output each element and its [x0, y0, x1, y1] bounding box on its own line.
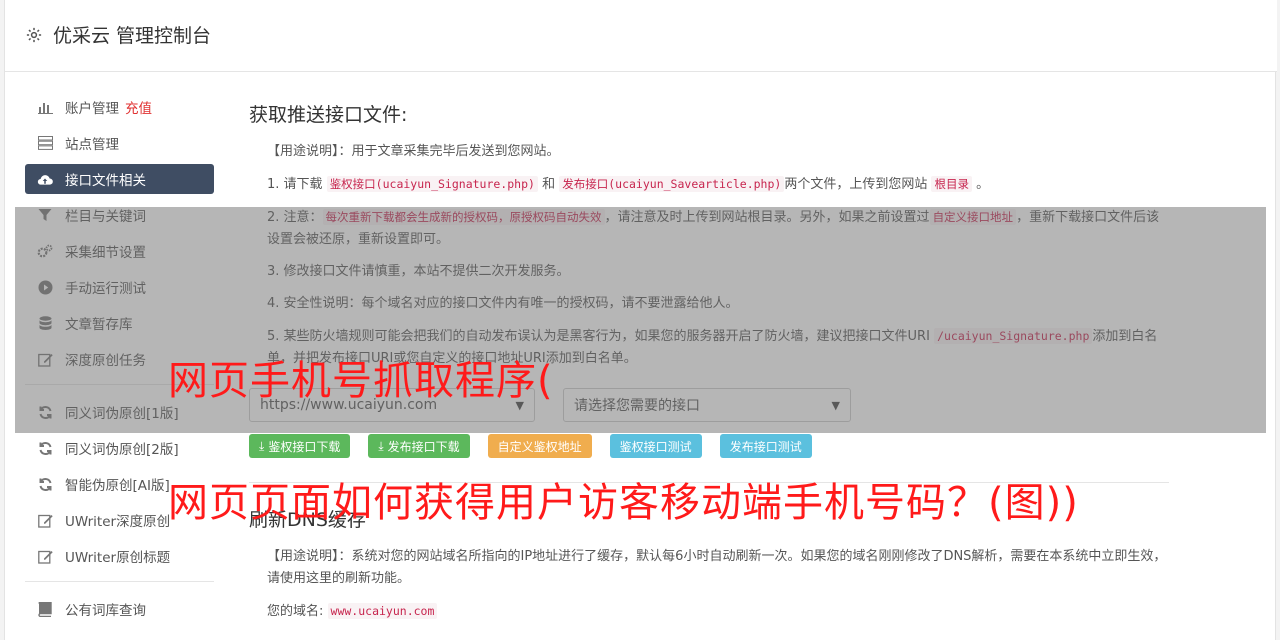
watermark-line-1: 网页手机号抓取程序(	[168, 358, 554, 404]
step-text: 和	[542, 177, 556, 192]
sidebar-item-synonym-v2[interactable]: 同义词伪原创[2版]	[25, 433, 214, 463]
brand[interactable]: 优采云 管理控制台	[25, 21, 211, 48]
sidebar-item-label: 接口文件相关	[65, 173, 146, 189]
button-label: 自定义鉴权地址	[497, 439, 582, 454]
root-dir-code: 根目录	[931, 176, 972, 192]
sidebar-item-public-lexicon[interactable]: 公有词库查询	[25, 594, 214, 624]
step-1: 1. 请下载 鉴权接口(ucaiyun_Signature.php) 和 发布接…	[267, 173, 1169, 196]
cloud-upload-icon	[37, 171, 53, 187]
domain-row: 您的域名: www.ucaiyun.com	[267, 600, 1169, 623]
step-text: 。	[976, 177, 990, 192]
refresh-icon	[37, 440, 53, 456]
custom-auth-button[interactable]: 自定义鉴权地址	[487, 434, 592, 458]
sidebar-item-label: 同义词伪原创[2版]	[65, 442, 179, 458]
sidebar-item-label: 智能伪原创[AI版]	[65, 478, 170, 494]
sidebar-item-label: 站点管理	[65, 137, 119, 153]
sidebar-item-label: UWriter原创标题	[65, 550, 171, 566]
watermark-line-2: 网页页面如何获得用户访客移动端手机号码？(图))	[168, 480, 1079, 526]
bar-chart-icon	[37, 99, 53, 115]
step-text: 两个文件，上传到您网站	[784, 177, 928, 192]
download-auth-button[interactable]: ⤓ 鉴权接口下载	[249, 434, 351, 458]
sidebar-divider	[25, 581, 214, 582]
server-icon	[37, 135, 53, 151]
edit-icon	[37, 512, 53, 528]
step-text: 1. 请下载	[267, 177, 323, 192]
app-title: 优采云 管理控制台	[53, 25, 212, 47]
sidebar-item-account[interactable]: 账户管理 充值	[25, 92, 214, 122]
publish-file-code: 发布接口(ucaiyun_Savearticle.php)	[559, 176, 785, 192]
domain-label: 您的域名:	[267, 604, 324, 619]
download-icon: ⤓	[378, 438, 384, 453]
test-auth-button[interactable]: 鉴权接口测试	[609, 434, 702, 458]
action-buttons: ⤓ 鉴权接口下载 ⤓ 发布接口下载 自定义鉴权地址 鉴权接口测试 发布接口测试	[249, 434, 1169, 458]
recharge-link[interactable]: 充值	[125, 97, 152, 117]
book-icon	[37, 601, 53, 617]
domain-value: www.ucaiyun.com	[327, 603, 438, 619]
sidebar-item-label: 账户管理	[65, 101, 119, 117]
button-label: 鉴权接口测试	[619, 439, 692, 454]
refresh-icon	[37, 476, 53, 492]
top-bar: 优采云 管理控制台	[5, 0, 1277, 72]
button-label: 发布接口下载	[387, 439, 460, 454]
button-label: 发布接口测试	[729, 439, 802, 454]
section-title-interface: 获取推送接口文件:	[249, 104, 408, 126]
auth-file-code: 鉴权接口(ucaiyun_Signature.php)	[326, 176, 538, 192]
sidebar-item-sites[interactable]: 站点管理	[25, 128, 214, 158]
download-publish-button[interactable]: ⤓ 发布接口下载	[368, 434, 470, 458]
sidebar-item-label: UWriter深度原创	[65, 514, 171, 530]
gear-icon	[26, 27, 42, 42]
usage-note: 【用途说明】：用于文章采集完毕后发送到您网站。	[267, 144, 560, 159]
dns-usage-note: 【用途说明】：系统对您的网站域名所指向的IP地址进行了缓存，默认每6小时自动刷新…	[267, 549, 1167, 586]
sidebar-item-interface-files[interactable]: 接口文件相关	[25, 164, 214, 194]
download-icon: ⤓	[259, 438, 265, 453]
sidebar-item-uwriter-title[interactable]: UWriter原创标题	[25, 541, 214, 571]
test-publish-button[interactable]: 发布接口测试	[719, 434, 812, 458]
sidebar-item-label: 公有词库查询	[65, 603, 146, 619]
edit-icon	[37, 548, 53, 564]
button-label: 鉴权接口下载	[268, 439, 341, 454]
